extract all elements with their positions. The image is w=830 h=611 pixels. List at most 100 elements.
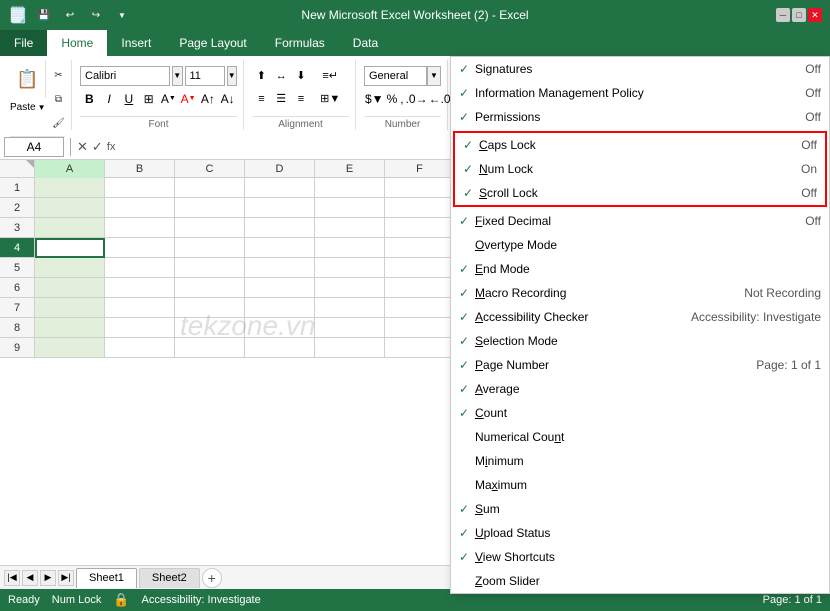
cell-a7[interactable] bbox=[35, 298, 105, 318]
cell-c9[interactable] bbox=[175, 338, 245, 358]
cell-d3[interactable] bbox=[245, 218, 315, 238]
cell-e9[interactable] bbox=[315, 338, 385, 358]
row-header-5[interactable]: 5 bbox=[0, 258, 35, 278]
cell-f6[interactable] bbox=[385, 278, 455, 298]
dropdown-item-page-number[interactable]: ✓ Page Number Page: 1 of 1 bbox=[451, 353, 829, 377]
save-qat-btn[interactable]: 💾 bbox=[34, 5, 54, 25]
comma-btn[interactable]: , bbox=[399, 89, 404, 109]
cell-a8[interactable] bbox=[35, 318, 105, 338]
cell-f5[interactable] bbox=[385, 258, 455, 278]
dropdown-item-imp[interactable]: ✓ Information Management Policy Off bbox=[451, 81, 829, 105]
currency-btn[interactable]: $▼ bbox=[364, 89, 385, 109]
cell-b2[interactable] bbox=[105, 198, 175, 218]
fill-color-btn[interactable]: A▼ bbox=[159, 89, 178, 109]
cell-b6[interactable] bbox=[105, 278, 175, 298]
undo-qat-btn[interactable]: ↩ bbox=[60, 5, 80, 25]
add-sheet-btn[interactable]: + bbox=[202, 568, 222, 588]
dropdown-item-overtype[interactable]: ✓ Overtype Mode bbox=[451, 233, 829, 257]
cell-b8[interactable] bbox=[105, 318, 175, 338]
dropdown-item-minimum[interactable]: ✓ Minimum bbox=[451, 449, 829, 473]
tab-insert[interactable]: Insert bbox=[107, 30, 165, 56]
dropdown-item-zoom-slider[interactable]: ✓ Zoom Slider bbox=[451, 569, 829, 593]
align-right-btn[interactable]: ≡ bbox=[292, 89, 311, 109]
scroll-first-sheet[interactable]: |◀ bbox=[4, 570, 20, 586]
status-bar-dropdown[interactable]: ✓ Signatures Off ✓ Information Managemen… bbox=[450, 56, 830, 594]
merge-btn[interactable]: ⊞▼ bbox=[311, 89, 349, 109]
cell-b4[interactable] bbox=[105, 238, 175, 258]
cell-b3[interactable] bbox=[105, 218, 175, 238]
status-accessibility[interactable]: Accessibility: Investigate bbox=[142, 594, 261, 606]
align-left-btn[interactable]: ≡ bbox=[252, 89, 271, 109]
dropdown-item-upload-status[interactable]: ✓ Upload Status bbox=[451, 521, 829, 545]
dropdown-item-view-shortcuts[interactable]: ✓ View Shortcuts bbox=[451, 545, 829, 569]
cell-f1[interactable] bbox=[385, 178, 455, 198]
tab-data[interactable]: Data bbox=[339, 30, 392, 56]
tab-file[interactable]: File bbox=[0, 30, 47, 56]
cell-d6[interactable] bbox=[245, 278, 315, 298]
col-header-b[interactable]: B bbox=[105, 160, 175, 178]
cell-reference-box[interactable] bbox=[4, 137, 64, 157]
cell-c2[interactable] bbox=[175, 198, 245, 218]
row-header-2[interactable]: 2 bbox=[0, 198, 35, 218]
select-all-triangle[interactable] bbox=[26, 160, 34, 168]
sheet-tab-sheet2[interactable]: Sheet2 bbox=[139, 568, 200, 588]
scroll-last-sheet[interactable]: ▶| bbox=[58, 570, 74, 586]
dropdown-item-sum[interactable]: ✓ Sum bbox=[451, 497, 829, 521]
cell-d8[interactable] bbox=[245, 318, 315, 338]
cell-c3[interactable] bbox=[175, 218, 245, 238]
cut-btn[interactable]: ✂ bbox=[48, 64, 70, 86]
row-header-3[interactable]: 3 bbox=[0, 218, 35, 238]
cell-d7[interactable] bbox=[245, 298, 315, 318]
cell-a3[interactable] bbox=[35, 218, 105, 238]
border-btn[interactable]: ⊞ bbox=[139, 89, 158, 109]
dropdown-item-num-lock[interactable]: ✓ Num Lock On bbox=[455, 157, 825, 181]
scroll-next-sheet[interactable]: ▶ bbox=[40, 570, 56, 586]
tab-home[interactable]: Home bbox=[47, 30, 107, 56]
dropdown-item-selection-mode[interactable]: ✓ Selection Mode bbox=[451, 329, 829, 353]
dropdown-item-numerical-count[interactable]: ✓ Numerical Count bbox=[451, 425, 829, 449]
row-header-7[interactable]: 7 bbox=[0, 298, 35, 318]
tab-formulas[interactable]: Formulas bbox=[261, 30, 339, 56]
cell-b5[interactable] bbox=[105, 258, 175, 278]
font-size-dropdown[interactable]: ▼ bbox=[227, 66, 238, 86]
redo-qat-btn[interactable]: ↪ bbox=[86, 5, 106, 25]
cell-b7[interactable] bbox=[105, 298, 175, 318]
align-top-btn[interactable]: ⬆ bbox=[252, 66, 271, 86]
cell-d1[interactable] bbox=[245, 178, 315, 198]
cell-c1[interactable] bbox=[175, 178, 245, 198]
cell-d4[interactable] bbox=[245, 238, 315, 258]
cell-f7[interactable] bbox=[385, 298, 455, 318]
col-header-a[interactable]: A bbox=[35, 160, 105, 178]
dropdown-item-count[interactable]: ✓ Count bbox=[451, 401, 829, 425]
copy-btn[interactable]: ⧉ bbox=[48, 88, 70, 110]
underline-btn[interactable]: U bbox=[120, 89, 139, 109]
qat-dropdown[interactable]: ▼ bbox=[112, 5, 132, 25]
cell-f2[interactable] bbox=[385, 198, 455, 218]
dropdown-item-scroll-lock[interactable]: ✓ Scroll Lock Off bbox=[455, 181, 825, 205]
col-header-c[interactable]: C bbox=[175, 160, 245, 178]
cell-c8[interactable] bbox=[175, 318, 245, 338]
cell-d9[interactable] bbox=[245, 338, 315, 358]
cell-e7[interactable] bbox=[315, 298, 385, 318]
insert-function-icon[interactable]: fx bbox=[107, 141, 116, 153]
row-header-1[interactable]: 1 bbox=[0, 178, 35, 198]
scroll-prev-sheet[interactable]: ◀ bbox=[22, 570, 38, 586]
row-header-8[interactable]: 8 bbox=[0, 318, 35, 338]
decrease-font-btn[interactable]: A↓ bbox=[218, 89, 237, 109]
cell-a6[interactable] bbox=[35, 278, 105, 298]
align-middle-btn[interactable]: ↔ bbox=[272, 66, 291, 86]
cell-c7[interactable] bbox=[175, 298, 245, 318]
percent-btn[interactable]: % bbox=[386, 89, 399, 109]
cell-e2[interactable] bbox=[315, 198, 385, 218]
align-center-btn[interactable]: ☰ bbox=[272, 89, 291, 109]
increase-decimal-btn[interactable]: .0→ bbox=[406, 89, 428, 109]
cell-a2[interactable] bbox=[35, 198, 105, 218]
row-header-9[interactable]: 9 bbox=[0, 338, 35, 358]
sheet-tab-sheet1[interactable]: Sheet1 bbox=[76, 568, 137, 588]
col-header-d[interactable]: D bbox=[245, 160, 315, 178]
cell-e8[interactable] bbox=[315, 318, 385, 338]
dropdown-item-macro-recording[interactable]: ✓ Macro Recording Not Recording bbox=[451, 281, 829, 305]
paste-dropdown-btn[interactable]: Paste▼ bbox=[10, 98, 46, 116]
font-color-btn[interactable]: A▼ bbox=[179, 89, 198, 109]
col-header-f[interactable]: F bbox=[385, 160, 455, 178]
